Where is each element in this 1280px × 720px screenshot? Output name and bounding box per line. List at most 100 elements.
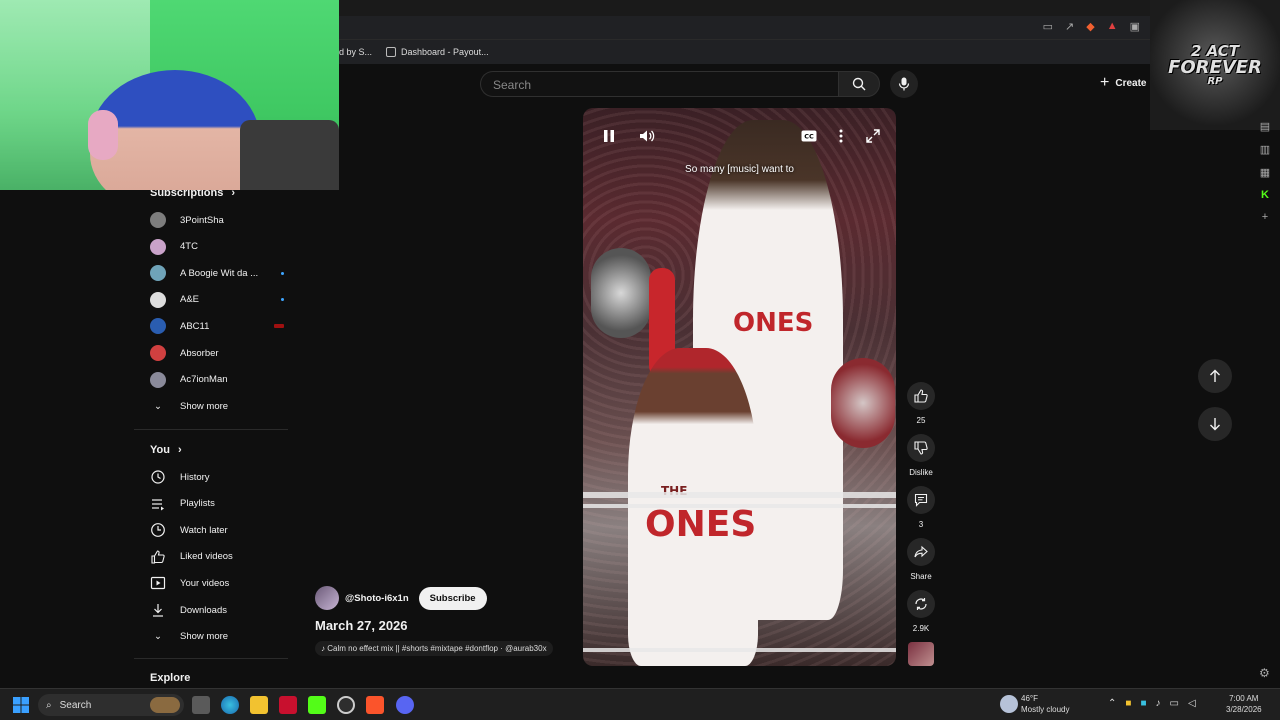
subscription-item[interactable]: Absorber <box>150 341 284 365</box>
captions-button[interactable]: CC <box>799 126 819 146</box>
file-explorer-icon[interactable] <box>250 696 268 714</box>
show-more-you[interactable]: ⌄ Show more <box>150 624 284 648</box>
playlists-icon <box>150 496 166 512</box>
shorts-video-player[interactable]: ONES ONES THE CC So many [music] want to <box>583 108 896 666</box>
search-input[interactable]: Search <box>480 71 838 97</box>
ring-rope <box>583 492 896 498</box>
bookmark-item[interactable]: Dashboard - Payout... <box>386 47 489 57</box>
tray-app-icon[interactable]: ■ <box>1140 698 1146 709</box>
subscribe-button[interactable]: Subscribe <box>418 586 487 610</box>
sidebar-item-history[interactable]: History <box>150 465 284 489</box>
tray-app-icon[interactable]: ■ <box>1125 698 1131 709</box>
system-clock[interactable]: 7:00 AM 3/28/2026 <box>1226 693 1262 715</box>
previous-short-button[interactable] <box>1198 359 1232 393</box>
pause-button[interactable] <box>599 126 619 146</box>
kick-icon[interactable]: K <box>1261 189 1269 201</box>
brave-icon[interactable] <box>366 696 384 714</box>
chevron-right-icon: › <box>177 444 182 456</box>
video-caption: So many [music] want to <box>685 164 794 175</box>
obs-icon[interactable] <box>337 696 355 714</box>
subscription-item[interactable]: 4TC <box>150 235 284 259</box>
kick-app-icon[interactable] <box>308 696 326 714</box>
discord-icon[interactable] <box>396 696 414 714</box>
create-button[interactable]: + Create <box>1100 74 1146 92</box>
bookmark-panel-icon[interactable]: ▤ <box>1260 120 1270 133</box>
bookmark-item[interactable]: ed by S... <box>334 47 372 57</box>
acrobat-icon[interactable] <box>279 696 297 714</box>
show-more-subscriptions[interactable]: ⌄ Show more <box>150 394 284 418</box>
cc-icon: CC <box>801 130 817 142</box>
share-button[interactable] <box>907 538 935 566</box>
new-content-dot <box>281 271 284 275</box>
sidebar-item-playlists[interactable]: Playlists <box>150 492 284 516</box>
microphone-icon <box>898 77 910 91</box>
dislike-button[interactable] <box>907 434 935 462</box>
downloads-icon <box>150 602 166 618</box>
arrow-down-icon <box>1210 418 1220 431</box>
divider <box>134 658 288 659</box>
microphone-icon[interactable]: ♪ <box>1155 698 1160 709</box>
fullscreen-button[interactable] <box>863 126 883 146</box>
subscription-label: ABC11 <box>180 320 210 332</box>
screen-icon[interactable]: ▭ <box>1043 20 1053 33</box>
subscription-label: A Boogie Wit da ... <box>180 267 259 279</box>
channel-avatar <box>150 212 166 228</box>
sidebar-item-downloads[interactable]: Downloads <box>150 598 284 622</box>
sound-thumbnail[interactable] <box>908 642 934 666</box>
subscription-item[interactable]: 3PointSha <box>150 208 284 232</box>
music-note-icon: ♪ <box>321 644 325 653</box>
windows-start-icon[interactable] <box>13 697 29 713</box>
sidebar-item-watch-later[interactable]: Watch later <box>150 518 284 542</box>
share-page-icon[interactable]: ↗ <box>1065 20 1074 33</box>
taskbar-search[interactable]: ⌕ Search <box>38 694 184 716</box>
sidebar-item-label: Watch later <box>180 524 228 536</box>
edge-icon[interactable] <box>221 696 239 714</box>
channel-handle[interactable]: @Shoto-i6x1n <box>345 593 409 604</box>
thumbs-down-icon <box>914 441 928 455</box>
volume-icon[interactable]: ◁ <box>1188 698 1196 709</box>
subscription-item[interactable]: A&E <box>150 288 284 312</box>
remix-button[interactable] <box>907 590 935 618</box>
expand-icon <box>866 129 880 143</box>
volume-button[interactable] <box>637 126 657 146</box>
browser-side-panel: ▤ ▥ ▦ K + <box>1254 120 1276 223</box>
sidebar-item-your-videos[interactable]: Your videos <box>150 571 284 595</box>
weather-icon <box>1000 695 1018 713</box>
voice-search-button[interactable] <box>890 70 918 98</box>
settings-gear-icon[interactable]: ⚙ <box>1259 666 1270 680</box>
task-view-icon[interactable] <box>192 696 210 714</box>
remix-icon <box>915 598 927 610</box>
championship-belt <box>591 248 651 338</box>
you-heading[interactable]: You › <box>150 444 182 456</box>
next-short-button[interactable] <box>1198 407 1232 441</box>
sidebar-item-liked-videos[interactable]: Liked videos <box>150 545 284 569</box>
chevron-down-icon: ⌄ <box>154 630 162 642</box>
search-button[interactable] <box>838 71 880 97</box>
video-title: March 27, 2026 <box>315 618 408 633</box>
watch-later-icon <box>150 522 166 538</box>
sidebar-item-label: Downloads <box>180 604 227 616</box>
subscription-item[interactable]: A Boogie Wit da ... <box>150 261 284 285</box>
comments-button[interactable] <box>907 486 935 514</box>
weather-widget[interactable]: 46°F Mostly cloudy <box>1021 693 1069 715</box>
brave-shield-icon[interactable]: ◆ <box>1086 20 1094 33</box>
channel-avatar[interactable] <box>315 586 339 610</box>
divider <box>134 429 288 430</box>
system-tray: ⌃ ■ ■ ♪ ▭ ◁ <box>1108 698 1196 709</box>
add-panel-icon[interactable]: + <box>1262 211 1268 223</box>
rewards-icon[interactable]: ▲ <box>1107 20 1118 33</box>
reader-icon[interactable]: ▦ <box>1260 166 1270 179</box>
subscription-item[interactable]: ABC11 <box>150 314 284 338</box>
like-button[interactable] <box>907 382 935 410</box>
chevron-up-icon[interactable]: ⌃ <box>1108 698 1116 709</box>
sound-link[interactable]: ♪ Calm no effect mix || #shorts #mixtape… <box>315 641 553 656</box>
search-highlight-icon <box>150 697 180 713</box>
sidebar-toggle-icon[interactable]: ▣ <box>1130 20 1140 33</box>
channel-avatar <box>150 371 166 388</box>
thumbs-up-icon <box>914 389 928 403</box>
bookmarks-bar: ed by S... Dashboard - Payout... <box>330 40 1280 64</box>
network-icon[interactable]: ▭ <box>1169 698 1178 709</box>
more-options-button[interactable] <box>831 126 851 146</box>
subscription-item[interactable]: Ac7ionMan <box>150 368 284 392</box>
reading-list-icon[interactable]: ▥ <box>1260 143 1270 156</box>
